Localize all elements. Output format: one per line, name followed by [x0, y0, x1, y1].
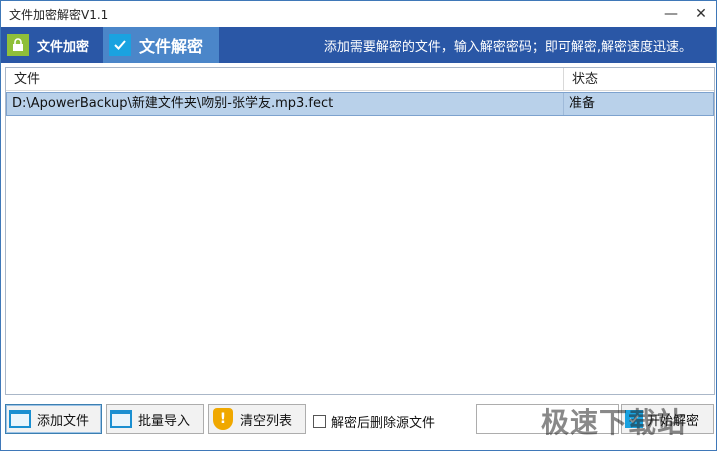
tab-encrypt-label: 文件加密	[37, 39, 90, 55]
lock-icon	[7, 34, 29, 56]
batch-import-button[interactable]: 批量导入	[106, 404, 204, 434]
list-header: 文件 状态	[6, 68, 714, 91]
column-header-file[interactable]: 文件	[6, 68, 564, 91]
folder-icon	[110, 408, 132, 430]
minimize-button[interactable]: —	[656, 1, 686, 27]
batch-import-label: 批量导入	[138, 413, 191, 429]
warning-icon: !	[212, 408, 234, 430]
close-button[interactable]: ✕	[686, 1, 716, 27]
delete-source-checkbox[interactable]: 解密后删除源文件	[313, 412, 435, 431]
tab-decrypt-label: 文件解密	[139, 37, 204, 56]
checkmark-icon	[109, 34, 131, 56]
table-row[interactable]: D:\ApowerBackup\新建文件夹\吻别-张学友.mp3.fect 准备	[6, 92, 714, 116]
app-window: 文件加密解密V1.1 — ✕ 文件加密 文件解密 添加需要解密的文件，输入解密密…	[0, 0, 717, 451]
file-list[interactable]: 文件 状态 D:\ApowerBackup\新建文件夹\吻别-张学友.mp3.f…	[5, 67, 715, 395]
clear-list-label: 清空列表	[240, 413, 293, 429]
tab-decrypt[interactable]: 文件解密	[103, 27, 219, 63]
add-file-label: 添加文件	[37, 413, 90, 429]
delete-source-label: 解密后删除源文件	[331, 416, 436, 431]
checkbox-box[interactable]	[313, 415, 326, 428]
row-status: 准备	[569, 96, 596, 111]
title-bar: 文件加密解密V1.1 — ✕	[1, 1, 716, 27]
instruction-text: 添加需要解密的文件，输入解密密码；即可解密,解密速度迅速。	[323, 40, 692, 55]
window-title: 文件加密解密V1.1	[9, 8, 109, 22]
watermark-logo: 极速下载站	[541, 406, 687, 439]
add-file-button[interactable]: 添加文件	[5, 404, 102, 434]
column-header-status[interactable]: 状态	[564, 68, 714, 91]
clear-list-button[interactable]: ! 清空列表	[208, 404, 306, 434]
tab-encrypt[interactable]: 文件加密	[1, 27, 103, 63]
folder-icon	[9, 408, 31, 430]
mode-tab-bar: 文件加密 文件解密 添加需要解密的文件，输入解密密码；即可解密,解密速度迅速。	[1, 27, 716, 63]
row-file-path: D:\ApowerBackup\新建文件夹\吻别-张学友.mp3.fect	[7, 93, 564, 115]
